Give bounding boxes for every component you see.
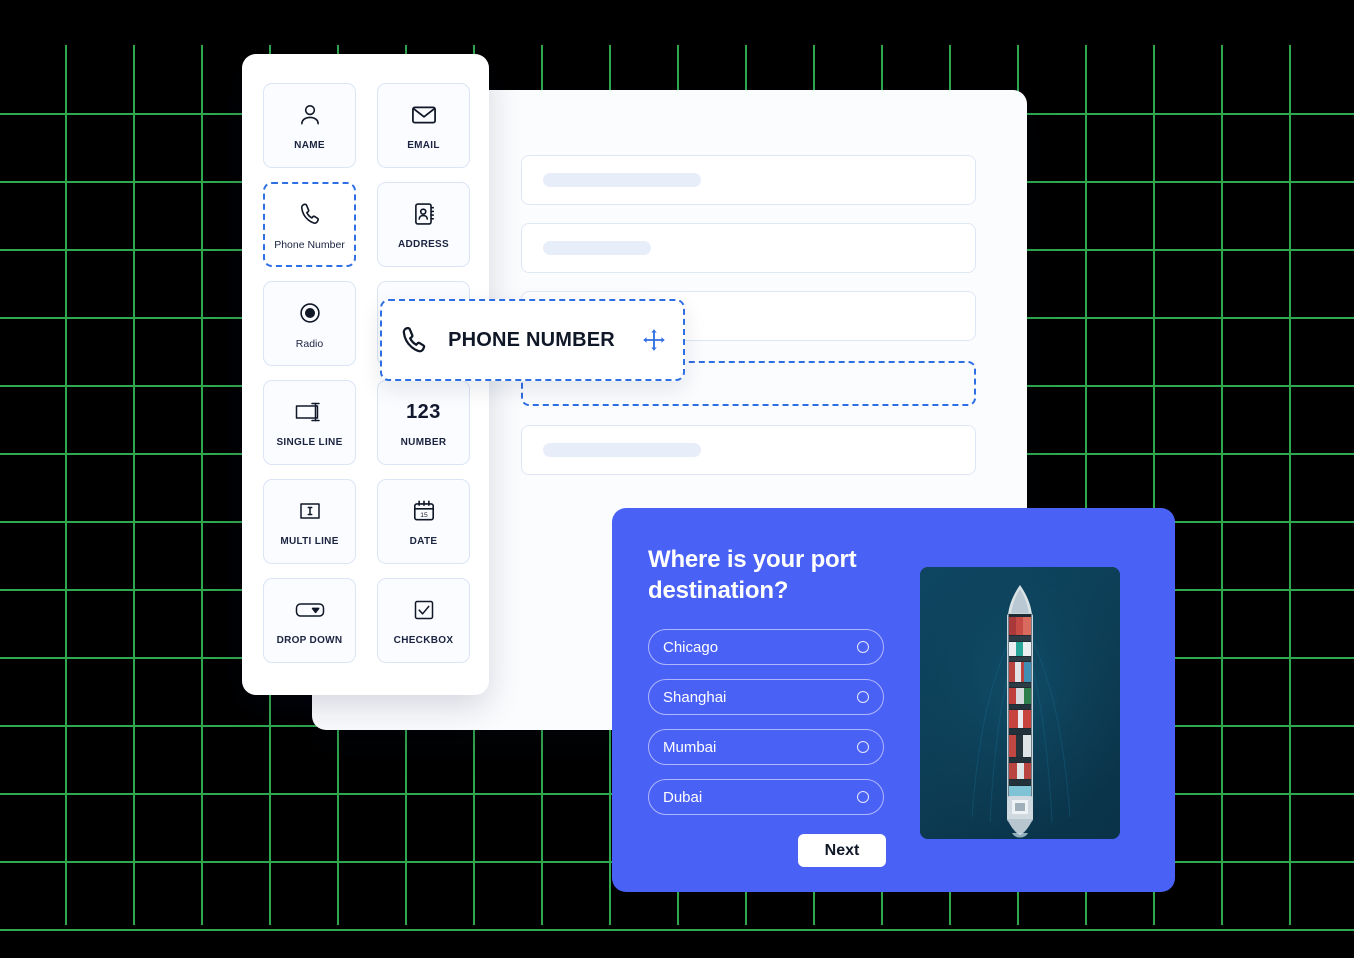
- survey-option-label: Dubai: [663, 788, 703, 806]
- svg-text:15: 15: [420, 512, 428, 519]
- palette-tile-date[interactable]: 15 DATE: [377, 479, 470, 564]
- palette-tile-email[interactable]: EMAIL: [377, 83, 470, 168]
- palette-tile-drop-down[interactable]: DROP DOWN: [263, 578, 356, 663]
- survey-option-list: Chicago Shanghai Mumbai Dubai: [648, 629, 884, 829]
- palette-tile-phone-number[interactable]: Phone Number: [263, 182, 356, 267]
- form-field-row[interactable]: [521, 223, 976, 273]
- placeholder-bar: [543, 241, 651, 255]
- palette-tile-radio[interactable]: Radio: [263, 281, 356, 366]
- drag-ghost-phone-number[interactable]: PHONE NUMBER: [380, 299, 685, 381]
- container-ship-image: [920, 567, 1120, 839]
- palette-tile-label: NAME: [294, 140, 325, 151]
- placeholder-bar: [543, 173, 701, 187]
- form-field-row[interactable]: [521, 155, 976, 205]
- palette-tile-label: DATE: [409, 536, 438, 547]
- survey-option-label: Shanghai: [663, 688, 727, 706]
- address-book-icon: [411, 199, 437, 229]
- palette-tile-multi-line[interactable]: MULTI LINE: [263, 479, 356, 564]
- dropdown-icon: [294, 595, 326, 625]
- survey-option-mumbai[interactable]: Mumbai: [648, 729, 884, 765]
- palette-tile-name[interactable]: NAME: [263, 83, 356, 168]
- survey-preview-card: Where is your port destination? Chicago S…: [612, 508, 1175, 892]
- radio-button-icon[interactable]: [857, 741, 869, 753]
- next-button[interactable]: Next: [798, 834, 886, 867]
- single-line-icon: [294, 397, 326, 427]
- palette-tile-label: ADDRESS: [398, 239, 449, 250]
- form-field-row[interactable]: [521, 425, 976, 475]
- survey-option-dubai[interactable]: Dubai: [648, 779, 884, 815]
- palette-tile-single-line[interactable]: SINGLE LINE: [263, 380, 356, 465]
- calendar-icon: 15: [411, 496, 437, 526]
- palette-tile-label: MULTI LINE: [280, 536, 339, 547]
- radio-button-icon[interactable]: [857, 641, 869, 653]
- 123-icon-text: 123: [406, 400, 441, 423]
- survey-option-label: Mumbai: [663, 738, 717, 756]
- survey-option-shanghai[interactable]: Shanghai: [648, 679, 884, 715]
- radio-button-icon: [297, 298, 323, 328]
- palette-tile-label: Phone Number: [274, 238, 345, 251]
- palette-tile-checkbox[interactable]: CHECKBOX: [377, 578, 470, 663]
- palette-tile-label: DROP DOWN: [276, 635, 343, 646]
- checkbox-icon: [412, 595, 436, 625]
- grid-line-horizontal: [0, 929, 1354, 931]
- palette-tile-label: Radio: [295, 337, 324, 350]
- radio-button-icon[interactable]: [857, 791, 869, 803]
- palette-tile-label: NUMBER: [400, 437, 447, 448]
- phone-icon: [297, 199, 323, 229]
- radio-button-icon[interactable]: [857, 691, 869, 703]
- survey-option-chicago[interactable]: Chicago: [648, 629, 884, 665]
- survey-question: Where is your port destination?: [648, 546, 857, 604]
- person-icon: [297, 100, 323, 130]
- 123-icon: 123: [406, 397, 441, 427]
- drag-ghost-label: PHONE NUMBER: [448, 328, 615, 351]
- multi-line-icon: [297, 496, 323, 526]
- move-arrows-icon[interactable]: [641, 325, 667, 355]
- screenshot-root: NAME EMAIL Phone Number ADDRESS Radio SINGLE …: [0, 0, 1354, 958]
- palette-tile-label: CHECKBOX: [393, 635, 454, 646]
- palette-tile-address[interactable]: ADDRESS: [377, 182, 470, 267]
- placeholder-bar: [543, 443, 701, 457]
- survey-option-label: Chicago: [663, 638, 719, 656]
- envelope-icon: [410, 100, 438, 130]
- palette-tile-number[interactable]: 123 NUMBER: [377, 380, 470, 465]
- palette-tile-label: EMAIL: [407, 140, 440, 151]
- palette-tile-label: SINGLE LINE: [276, 437, 343, 448]
